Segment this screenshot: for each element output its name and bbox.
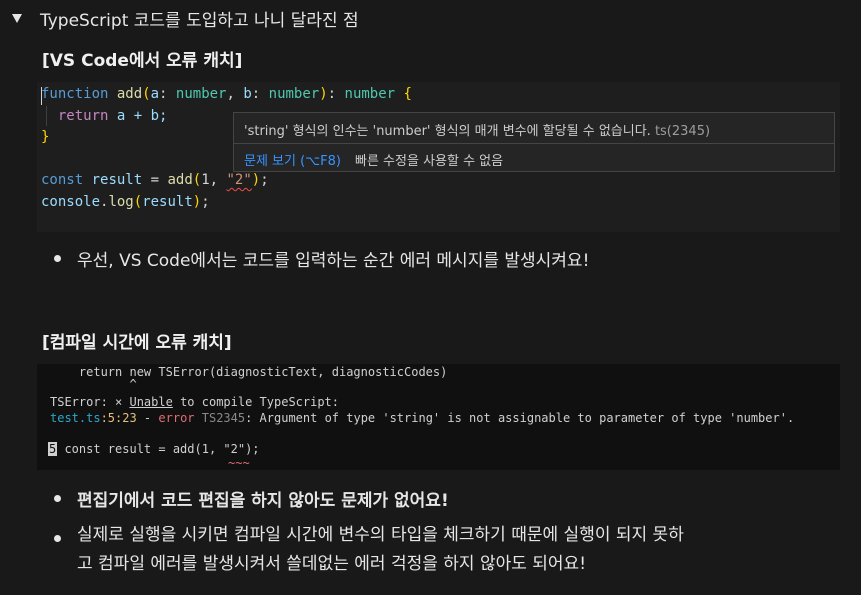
terminal-line-3: TSError: × Unable to compile TypeScript:: [50, 395, 340, 409]
toggle-title: TypeScript 코드를 도입하고 나니 달라진 점: [40, 11, 359, 31]
hover-error-code: ts(2345): [654, 124, 711, 139]
terminal-squiggle: ~~~: [228, 456, 250, 470]
terminal-source-line: 5 const result = add(1, "2");: [48, 442, 260, 456]
bullet-dot-icon: [54, 495, 61, 502]
hover-divider: [234, 143, 834, 144]
code-line-2: return a + b;: [57, 108, 168, 124]
code-line-6: console.log(result);: [41, 194, 210, 210]
terminal-line-2: ^: [50, 377, 137, 391]
line-number-badge: 5: [48, 442, 58, 456]
terminal-screenshot: return new TSError(diagnosticText, diagn…: [37, 364, 840, 470]
view-problem-link[interactable]: 문제 보기 (⌥F8): [244, 150, 341, 169]
error-squiggle: "2": [226, 172, 252, 188]
error-hover-popup: 'string' 형식의 인수는 'number' 형식의 매개 변수에 할당될…: [233, 112, 835, 172]
bullet-dot-icon: [54, 535, 61, 542]
hover-error-message: 'string' 형식의 인수는 'number' 형식의 매개 변수에 할당될…: [244, 124, 711, 139]
toggle-block[interactable]: TypeScript 코드를 도입하고 나니 달라진 점: [12, 6, 359, 31]
code-line-3: }: [41, 129, 50, 145]
terminal-error-line: test.ts:5:23 - error TS2345: Argument of…: [50, 411, 795, 425]
no-quick-fix-label: 빠른 수정을 사용할 수 없음: [355, 154, 504, 169]
section-heading-compile: [컴파일 시간에 오류 캐치]: [42, 333, 232, 353]
code-line-1: function add(a: number, b: number): numb…: [41, 86, 412, 102]
code-line-5: const result = add(1, "2");: [41, 172, 269, 188]
bullet-dot-icon: [54, 255, 61, 262]
section-heading-vscode: [VS Code에서 오류 캐치]: [42, 51, 243, 71]
bullet-item-3: 실제로 실행을 시키면 컴파일 시간에 변수의 타입을 체크하기 때문에 실행이…: [54, 525, 684, 579]
bullet-item-2: 편집기에서 코드 편집을 하지 않아도 문제가 없어요!: [54, 486, 449, 511]
bullet-item-1: 우선, VS Code에서는 코드를 입력하는 순간 에러 메시지를 발생시켜요…: [54, 246, 589, 271]
toggle-arrow-icon[interactable]: [12, 14, 22, 23]
